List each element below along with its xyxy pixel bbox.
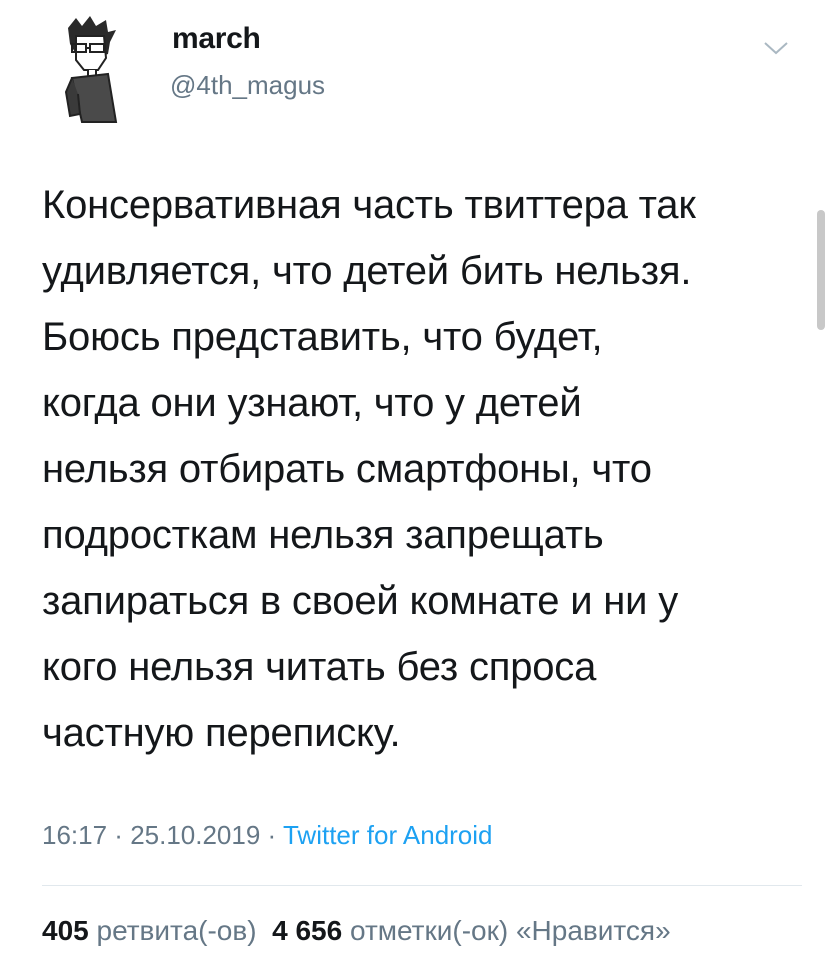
tweet-text-line: запираться в своей комнате и ни у [42,579,679,623]
retweets-label: ретвита(-ов) [96,915,257,946]
retweets-stat[interactable]: 405 ретвита(-ов) [42,915,257,946]
meta-separator: · [260,820,283,850]
tweet-meta: 16:17 · 25.10.2019 · Twitter for Android [42,820,493,851]
tweet-text-line: когда они узнают, что у детей [42,381,582,425]
tweet-date[interactable]: 25.10.2019 [130,820,260,850]
tweet-text-line: нельзя отбирать смартфоны, что [42,447,652,491]
author-handle[interactable]: @4th_magus [170,70,325,101]
tweet-text-line: подросткам нельзя запрещать [42,513,604,557]
tweet-text-line: кого нельзя читать без спроса [42,645,597,689]
author-display-name[interactable]: march [172,22,261,56]
tweet-text-line: частную переписку. [42,711,401,755]
tweet-stats: 405 ретвита(-ов) 4 656 отметки(-ок) «Нра… [42,915,671,947]
tweet-menu-button[interactable] [762,38,790,58]
tweet-source-link[interactable]: Twitter for Android [283,820,493,850]
meta-separator: · [107,820,131,850]
tweet-text-line: Консервативная часть твиттера так [42,183,696,227]
tweet-time[interactable]: 16:17 [42,820,107,850]
scrollbar[interactable] [817,210,825,330]
avatar[interactable] [46,14,146,124]
tweet-text: Консервативная часть твиттера так удивля… [42,172,812,766]
tweet-text-line: удивляется, что детей бить нельзя. [42,249,692,293]
likes-label: отметки(-ок) «Нравится» [349,915,671,946]
divider [42,885,802,886]
tweet-card: march @4th_magus Консервативная часть тв… [0,0,825,973]
tweet-text-line: Боюсь представить, что будет, [42,315,603,359]
retweets-count: 405 [42,915,89,946]
likes-stat[interactable]: 4 656 отметки(-ок) «Нравится» [272,915,671,946]
avatar-drawing-icon [64,16,118,123]
chevron-down-icon [764,42,788,55]
likes-count: 4 656 [272,915,343,946]
